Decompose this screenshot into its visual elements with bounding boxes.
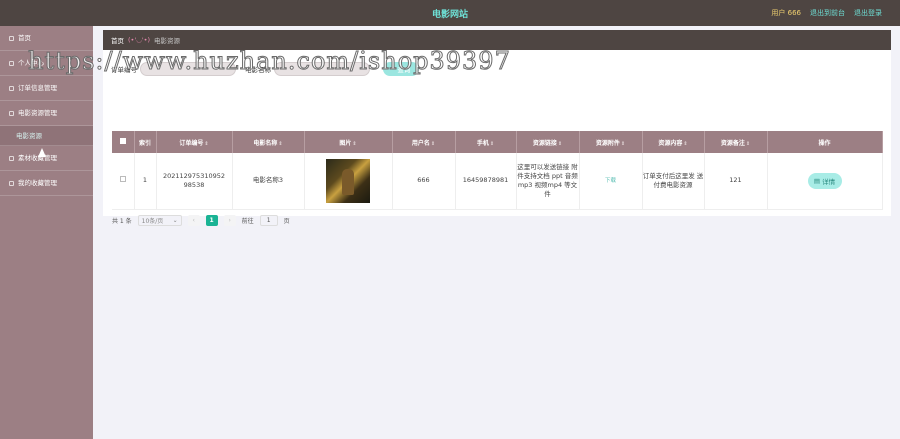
menu-icon	[9, 180, 14, 186]
cell-index: 1	[134, 153, 157, 210]
document-icon: ▤	[813, 177, 821, 185]
breadcrumb: 首页 (•'◡'•) 电影资源	[103, 30, 891, 50]
sidebar-item-label: 我的收藏管理	[18, 178, 57, 187]
cell-content: 订单支付后这里发 送付费电影资源	[642, 153, 705, 210]
sidebar-item-profile[interactable]: 个人中心	[0, 51, 93, 76]
goto-label: 前往	[241, 218, 254, 225]
sort-icon: ⇕	[557, 140, 563, 147]
col-header-content[interactable]: 资源内容⇕	[642, 131, 705, 153]
cell-movie-name: 电影名称3	[232, 153, 305, 210]
detail-button-label: 详情	[822, 178, 836, 186]
user-label: 用户 666	[771, 9, 801, 17]
page-number-current[interactable]: 1	[205, 215, 218, 226]
logout-link[interactable]: 退出登录	[854, 8, 882, 18]
menu-icon	[9, 60, 14, 66]
sidebar-item-my-favorites[interactable]: 我的收藏管理	[0, 171, 93, 196]
cell-remark: 121	[704, 153, 768, 210]
sort-icon: ⇕	[430, 140, 436, 147]
resource-table: 索引 订单编号⇕ 电影名称⇕ 图片⇕ 用户名⇕ 手机⇕ 资源链接⇕ 资源附件⇕ …	[112, 131, 883, 210]
menu-icon	[9, 155, 14, 161]
chevron-down-icon: ⌄	[172, 217, 178, 224]
sidebar-subitem-movie-resource[interactable]: 电影资源	[0, 126, 93, 146]
cell-order-no: 202112975310952 98538	[156, 153, 233, 210]
search-button[interactable]: ⌕ 查询	[383, 62, 419, 76]
page-size-value: 10条/页	[141, 218, 164, 225]
order-no-label: 订单编号	[111, 66, 137, 74]
select-all-checkbox[interactable]	[119, 138, 126, 144]
movie-poster-thumbnail[interactable]	[326, 158, 370, 203]
table-header-row: 索引 订单编号⇕ 电影名称⇕ 图片⇕ 用户名⇕ 手机⇕ 资源链接⇕ 资源附件⇕ …	[112, 131, 883, 153]
sidebar-item-material-favorites[interactable]: 素材收藏管理	[0, 146, 93, 171]
col-header-index: 索引	[134, 131, 157, 153]
page-size-select[interactable]: 10条/页 ⌄	[137, 215, 182, 226]
sort-icon: ⇕	[683, 140, 688, 147]
cell-resource-link: 这里可以发送链接 附件支持文档 ppt 音频mp3 视频mp4 等文件	[516, 153, 580, 210]
sidebar-item-home[interactable]: 首页	[0, 26, 93, 51]
col-header-resource-link[interactable]: 资源链接⇕	[516, 131, 580, 153]
sort-icon: ⇕	[620, 140, 626, 147]
top-right-links: 用户 666 退出到前台 退出登录	[771, 8, 882, 18]
col-header-image[interactable]: 图片⇕	[304, 131, 393, 153]
cell-phone: 16459878981	[455, 153, 517, 210]
cell-attachment: 下载	[579, 153, 643, 210]
breadcrumb-separator: (•'◡'•)	[128, 36, 150, 44]
row-checkbox[interactable]	[119, 176, 126, 183]
row-select-cell	[112, 153, 135, 210]
page-suffix: 页	[283, 218, 290, 225]
goto-page-input[interactable]: 1	[259, 215, 278, 226]
site-title: 电影网站	[431, 10, 468, 20]
main-content: 首页 (•'◡'•) 电影资源 订单编号 电影名称 ⌕ 查询 索引 订单编号⇕ 电…	[103, 30, 891, 226]
sort-icon: ⇕	[745, 140, 751, 147]
sidebar: 首页 个人中心 订单信息管理 电影资源管理 电影资源 素材收藏管理 我的收藏管理	[0, 26, 93, 439]
col-header-remark[interactable]: 资源备注⇕	[704, 131, 768, 153]
sidebar-item-orders[interactable]: 订单信息管理	[0, 76, 93, 101]
sort-icon: ⇕	[352, 140, 357, 147]
col-header-action: 操作	[767, 131, 883, 153]
back-to-front-link[interactable]: 退出到前台	[810, 8, 845, 18]
select-all-header	[112, 131, 135, 153]
detail-button[interactable]: ▤ 详情	[807, 172, 842, 189]
col-header-phone[interactable]: 手机⇕	[455, 131, 517, 153]
col-header-order-no[interactable]: 订单编号⇕	[156, 131, 233, 153]
mouse-cursor-icon	[38, 148, 46, 157]
prev-page-button[interactable]: ‹	[187, 215, 200, 226]
content-panel: 订单编号 电影名称 ⌕ 查询 索引 订单编号⇕ 电影名称⇕ 图片⇕ 用户名⇕ 手机…	[103, 50, 891, 226]
table-row: 1 202112975310952 98538 电影名称3 666 164598…	[112, 153, 883, 210]
cell-username: 666	[392, 153, 456, 210]
menu-icon	[9, 85, 14, 91]
cell-action: ▤ 详情	[767, 153, 883, 210]
breadcrumb-current: 电影资源	[154, 37, 180, 45]
sort-icon: ⇕	[278, 140, 283, 147]
download-link[interactable]: 下载	[605, 178, 616, 184]
search-button-label: 查询	[397, 67, 411, 74]
col-header-username[interactable]: 用户名⇕	[392, 131, 456, 153]
col-header-attachment[interactable]: 资源附件⇕	[579, 131, 643, 153]
top-bar: 电影网站 用户 666 退出到前台 退出登录	[0, 0, 900, 26]
movie-name-input[interactable]	[274, 62, 370, 76]
sidebar-item-label: 首页	[18, 33, 31, 42]
sidebar-item-movie-resources[interactable]: 电影资源管理	[0, 101, 93, 126]
sort-icon: ⇕	[204, 140, 209, 147]
total-count: 共 1 条	[112, 218, 132, 225]
next-page-button[interactable]: ›	[223, 215, 236, 226]
sidebar-item-label: 电影资源管理	[18, 108, 57, 117]
movie-name-label: 电影名称	[245, 66, 271, 74]
search-icon: ⌕	[391, 65, 396, 72]
order-no-input[interactable]	[140, 62, 236, 76]
sidebar-item-label: 订单信息管理	[18, 83, 57, 92]
sort-icon: ⇕	[489, 140, 495, 147]
sidebar-item-label: 个人中心	[18, 58, 44, 67]
pagination: 共 1 条 10条/页 ⌄ ‹ 1 › 前往 1 页	[112, 215, 290, 226]
col-header-movie-name[interactable]: 电影名称⇕	[232, 131, 305, 153]
breadcrumb-home[interactable]: 首页	[111, 35, 124, 45]
search-form: 订单编号 电影名称 ⌕ 查询	[111, 62, 419, 76]
menu-icon	[9, 35, 14, 41]
menu-icon	[9, 110, 14, 116]
cell-image	[304, 153, 393, 210]
